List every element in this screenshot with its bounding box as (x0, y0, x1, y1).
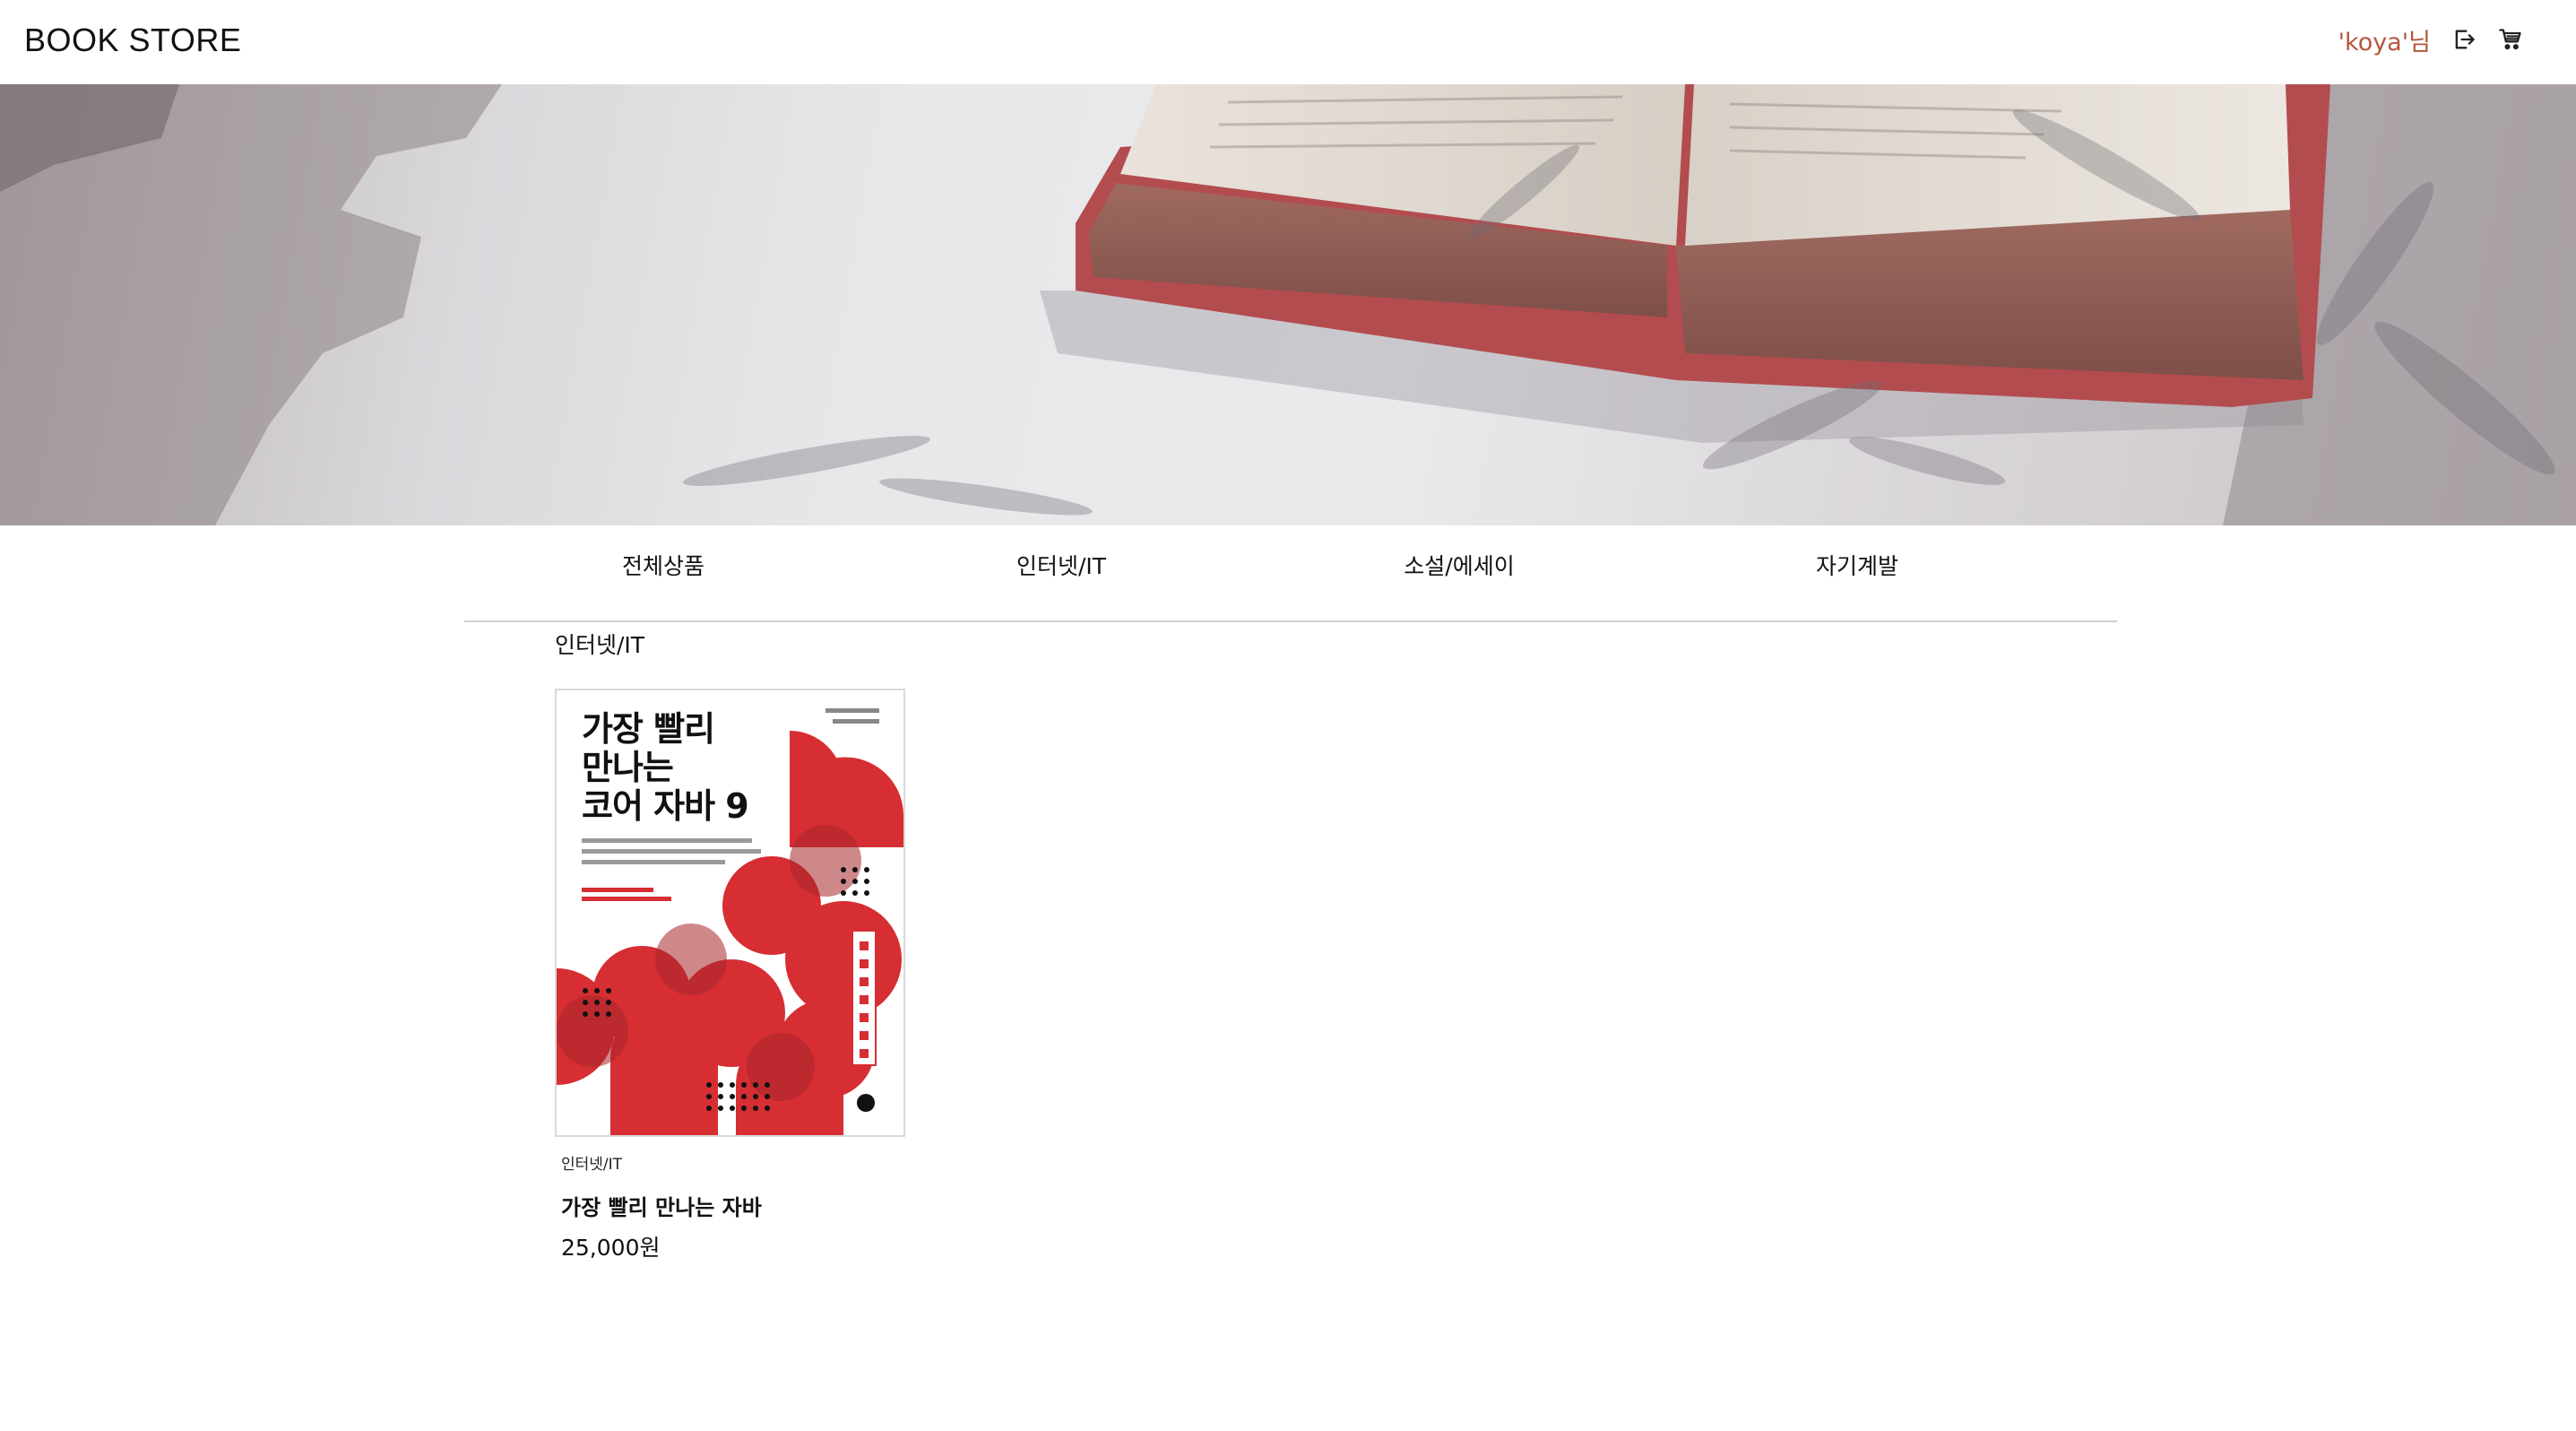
product-title[interactable]: 가장 빨리 만나는 자바 (561, 1190, 906, 1221)
tab-novel-essay[interactable]: 소설/에세이 (1260, 525, 1658, 604)
cover-title-line2: 만나는 (582, 748, 674, 787)
hero-image (0, 84, 2576, 525)
site-header: BOOK STORE 'koya'님 (0, 0, 2576, 84)
cover-title-line3: 코어 자바 9 (582, 786, 749, 826)
site-logo[interactable]: BOOK STORE (24, 22, 241, 59)
tab-all-products[interactable]: 전체상품 (464, 525, 862, 604)
logout-icon[interactable] (2451, 26, 2477, 53)
user-greeting: 'koya'님 (2338, 28, 2431, 56)
product-card[interactable]: 가장 빨리 만나는 코어 자바 9 인터넷/IT 가장 빨리 만나는 자바 25… (555, 689, 906, 1262)
cover-title-line1: 가장 빨리 (582, 709, 715, 749)
product-category: 인터넷/IT (561, 1156, 623, 1174)
category-nav: 전체상품 인터넷/IT 소설/에세이 자기계발 (464, 525, 2117, 622)
book-cover-image[interactable]: 가장 빨리 만나는 코어 자바 9 (555, 689, 905, 1137)
tab-internet-it[interactable]: 인터넷/IT (862, 525, 1260, 604)
tab-self-development[interactable]: 자기계발 (1658, 525, 2056, 604)
cart-icon[interactable] (2497, 26, 2524, 53)
cover-title: 가장 빨리 만나는 코어 자바 9 (582, 709, 749, 826)
section-title: 인터넷/IT (555, 632, 645, 658)
user-area: 'koya'님 (2338, 20, 2524, 59)
product-price: 25,000원 (561, 1235, 661, 1261)
hero-banner (0, 84, 2576, 525)
